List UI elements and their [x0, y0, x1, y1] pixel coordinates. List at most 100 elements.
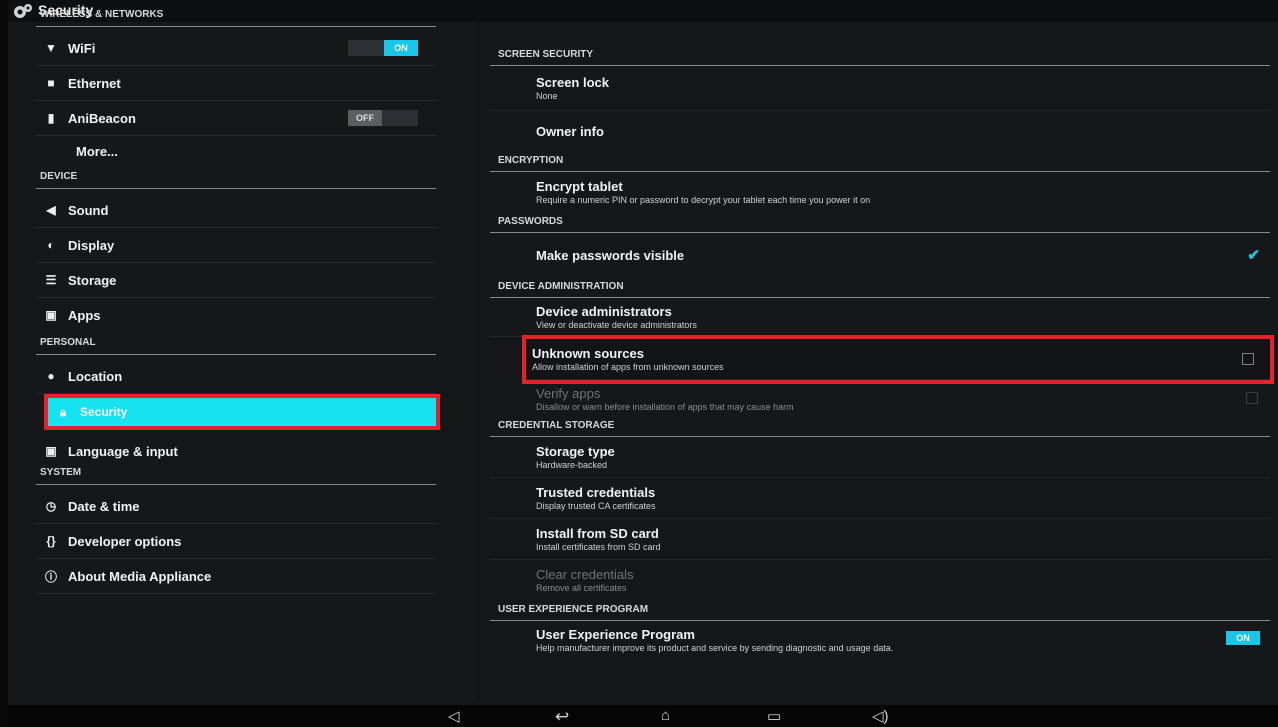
sidebar-item-apps[interactable]: ▣ Apps [36, 298, 436, 332]
home-icon[interactable]: ⌂ [661, 707, 670, 724]
security-settings-pane: SCREEN SECURITY Screen lock None Owner i… [490, 45, 1274, 659]
sidebar-item-label: Language & input [68, 443, 178, 459]
sidebar-item-sound[interactable]: ◀ Sound [36, 193, 436, 228]
gear-icon[interactable] [12, 2, 34, 20]
pref-title: Install from SD card [536, 526, 659, 541]
make-passwords-visible-pref[interactable]: Make passwords visible ✔ [490, 233, 1270, 277]
storage-icon: ☰ [45, 273, 57, 287]
ethernet-icon: ■ [47, 76, 55, 90]
location-icon: ● [47, 369, 55, 383]
pref-title: Device administrators [536, 304, 672, 319]
section-device-administration: DEVICE ADMINISTRATION [490, 277, 1270, 298]
sidebar-item-location[interactable]: ● Location [36, 359, 436, 394]
pref-summary: Allow installation of apps from unknown … [532, 362, 724, 372]
recents-icon[interactable]: ▭ [767, 707, 781, 725]
owner-info-pref[interactable]: Owner info [490, 111, 1270, 151]
clear-credentials-pref[interactable]: Clear credentials Remove all certificate… [490, 560, 1270, 600]
trusted-credentials-pref[interactable]: Trusted credentials Display trusted CA c… [490, 478, 1270, 519]
section-credential-storage: CREDENTIAL STORAGE [490, 416, 1270, 437]
back-icon[interactable]: ↩ [555, 707, 569, 727]
pref-summary: View or deactivate device administrators [536, 320, 697, 330]
pref-title: Verify apps [536, 386, 601, 401]
sidebar-item-label: Location [68, 368, 123, 384]
pref-title: Unknown sources [532, 346, 644, 361]
sidebar-item-storage[interactable]: ☰ Storage [36, 263, 436, 298]
section-user-experience: USER EXPERIENCE PROGRAM [490, 600, 1270, 621]
install-from-sd-pref[interactable]: Install from SD card Install certificate… [490, 519, 1270, 560]
sidebar-item-label: Date & time [68, 498, 140, 514]
sidebar-item-language[interactable]: ▣ Language & input [36, 434, 436, 468]
pref-title: Screen lock [536, 75, 609, 90]
display-icon: ◐ [47, 238, 55, 252]
section-encryption: ENCRYPTION [490, 151, 1270, 172]
sound-icon: ◀ [46, 203, 56, 217]
braces-icon: {} [46, 534, 56, 548]
toggle-knob: OFF [348, 110, 382, 126]
screen-lock-pref[interactable]: Screen lock None [490, 66, 1270, 111]
pref-title: Make passwords visible [536, 247, 685, 263]
pref-title: Clear credentials [536, 567, 634, 582]
section-device: DEVICE [36, 166, 436, 189]
sidebar-item-label: Storage [68, 272, 117, 288]
wifi-toggle[interactable]: ON [348, 40, 418, 56]
device-administrators-pref[interactable]: Device administrators View or deactivate… [490, 298, 1270, 337]
pref-title: User Experience Program [536, 627, 695, 642]
encrypt-tablet-pref[interactable]: Encrypt tablet Require a numeric PIN or … [490, 172, 1270, 212]
wifi-icon: ▼ [45, 41, 57, 55]
info-icon: ⓘ [44, 569, 57, 584]
pref-title: Storage type [536, 444, 615, 459]
sidebar-item-label: Display [68, 237, 115, 253]
sidebar-item-ethernet[interactable]: ■ Ethernet [36, 66, 436, 101]
sidebar-item-date-time[interactable]: ◷ Date & time [36, 489, 436, 524]
user-experience-toggle[interactable]: ON [1226, 631, 1260, 645]
pref-title: Encrypt tablet [536, 179, 623, 194]
pane-divider [478, 22, 479, 702]
pref-summary: None [536, 91, 558, 101]
toggle-knob: ON [384, 40, 418, 56]
section-screen-security: SCREEN SECURITY [490, 45, 1270, 66]
section-passwords: PASSWORDS [490, 212, 1270, 233]
pref-summary: Remove all certificates [536, 583, 627, 593]
sidebar-item-wifi[interactable]: ▼ WiFi ON [36, 31, 436, 66]
beacon-icon: ▮ [47, 111, 55, 125]
system-navigation-bar: ◁ ↩ ⌂ ▭ ◁) [8, 705, 1278, 727]
volume-up-icon[interactable]: ◁) [872, 707, 889, 725]
verify-apps-checkbox[interactable] [1246, 392, 1258, 404]
sidebar-item-security[interactable]: 🔒︎ Security [44, 394, 440, 430]
section-wireless: WIRELESS & NETWORKS [36, 4, 436, 27]
pref-title: Trusted credentials [536, 485, 656, 500]
checkmark-icon[interactable]: ✔ [1247, 246, 1260, 264]
pref-title: Owner info [536, 123, 604, 139]
sidebar-item-label: Security [80, 405, 128, 419]
sidebar-item-about[interactable]: ⓘ About Media Appliance [36, 559, 436, 594]
pref-summary: Hardware-backed [536, 460, 608, 470]
sidebar-item-developer[interactable]: {} Developer options [36, 524, 436, 559]
storage-type-pref[interactable]: Storage type Hardware-backed [490, 437, 1270, 478]
pref-summary: Display trusted CA certificates [536, 501, 656, 511]
sidebar-item-anibeacon[interactable]: ▮ AniBeacon OFF [36, 101, 436, 136]
sidebar-item-label: Developer options [68, 533, 182, 549]
verify-apps-pref[interactable]: Verify apps Disallow or warn before inst… [490, 382, 1270, 416]
pref-summary: Help manufacturer improve its product an… [536, 643, 894, 653]
user-experience-program-pref[interactable]: User Experience Program Help manufacture… [490, 621, 1270, 659]
sidebar-item-more[interactable]: More... [36, 136, 436, 166]
clock-icon: ◷ [45, 499, 57, 513]
screen: Security WIRELESS & NETWORKS ▼ WiFi ON ■… [8, 0, 1278, 727]
lock-icon: 🔒︎ [59, 404, 67, 419]
screen-bezel [0, 0, 8, 727]
section-personal: PERSONAL [36, 332, 436, 355]
anibeacon-toggle[interactable]: OFF [348, 110, 418, 126]
unknown-sources-checkbox[interactable] [1242, 353, 1254, 365]
sidebar-item-label: Ethernet [68, 75, 121, 91]
unknown-sources-pref[interactable]: Unknown sources Allow installation of ap… [522, 335, 1274, 384]
pref-summary: Require a numeric PIN or password to dec… [536, 195, 871, 205]
sidebar-item-label: About Media Appliance [68, 568, 212, 584]
volume-down-icon[interactable]: ◁ [448, 707, 460, 725]
settings-headers-pane: WIRELESS & NETWORKS ▼ WiFi ON ■ Ethernet… [36, 9, 440, 594]
language-icon: ▣ [45, 444, 57, 458]
sidebar-item-display[interactable]: ◐ Display [36, 228, 436, 263]
apps-icon: ▣ [45, 308, 57, 322]
sidebar-item-label: Sound [68, 202, 109, 218]
sidebar-item-label: More... [76, 143, 118, 159]
pref-summary: Install certificates from SD card [536, 542, 661, 552]
